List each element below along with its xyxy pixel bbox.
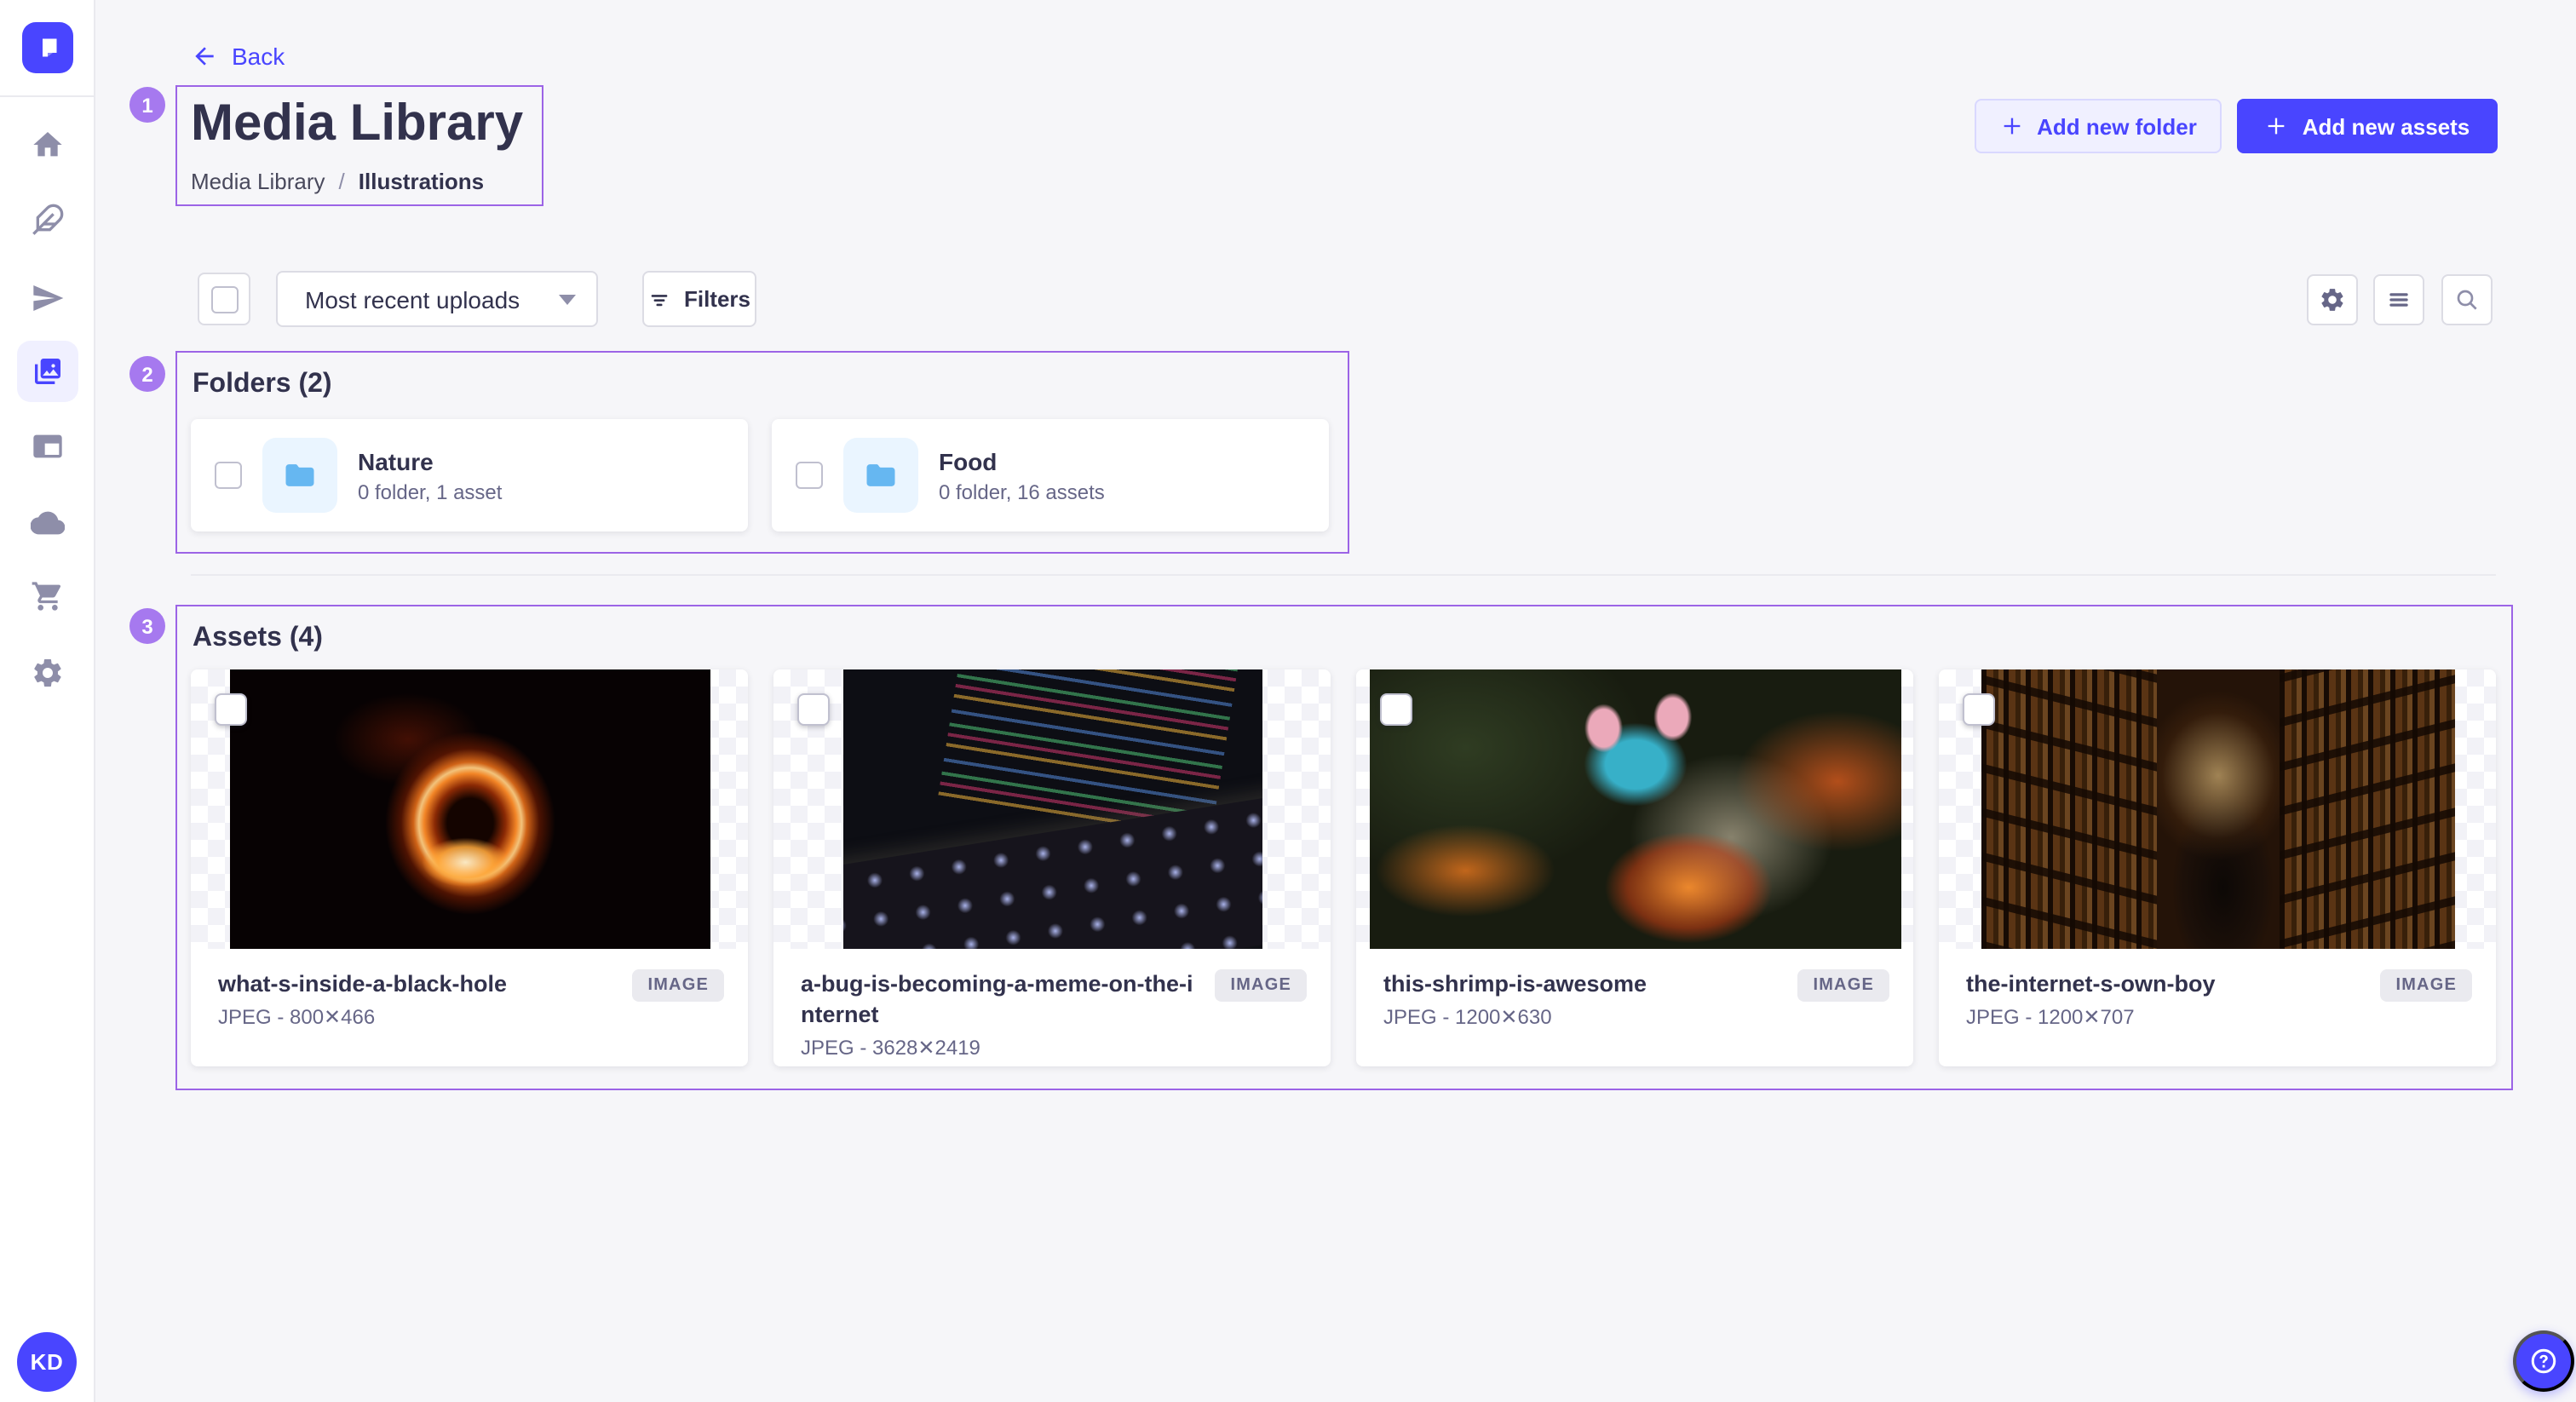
asset-type-badge: IMAGE [1797,969,1889,1002]
asset-meta: JPEG - 3628✕2419 [801,1037,1303,1060]
asset-thumbnail-black-hole-photo [191,669,748,949]
gear-icon [2319,286,2346,313]
select-all-checkbox[interactable] [210,285,238,313]
search-icon [2453,286,2481,313]
home-icon [31,128,65,162]
asset-name: a-bug-is-becoming-a-meme-on-the-internet [801,969,1196,1031]
strapi-logo[interactable] [22,22,73,73]
app-window: KD Back 1 Media Library Media Library / … [0,0,2576,1402]
asset-meta: JPEG - 1200✕707 [1966,1005,2469,1029]
add-new-folder-label: Add new folder [2037,113,2197,139]
sidebar-item-settings[interactable] [17,642,78,704]
breadcrumb-parent[interactable]: Media Library [191,169,325,194]
gear-icon [31,656,65,690]
asset-type-badge: IMAGE [2380,969,2472,1002]
asset-checkbox[interactable] [1963,693,1995,726]
breadcrumb-current: Illustrations [359,169,484,194]
assets-heading: Assets (4) [193,623,323,654]
folder-name: Nature [358,447,502,474]
add-new-folder-button[interactable]: Add new folder [1975,99,2222,153]
filters-button[interactable]: Filters [642,271,756,327]
folder-meta: 0 folder, 1 asset [358,480,502,503]
asset-name: this-shrimp-is-awesome [1383,969,1779,1000]
sidebar-item-marketplace[interactable] [17,566,78,627]
view-settings-button[interactable] [2307,274,2358,325]
sidebar-item-home[interactable] [17,114,78,175]
sidebar-item-layout[interactable] [17,416,78,477]
breadcrumb: Media Library / Illustrations [191,169,484,194]
folder-card-nature[interactable]: Nature 0 folder, 1 asset [191,419,748,531]
folders-heading: Folders (2) [193,370,332,400]
asset-meta: JPEG - 1200✕630 [1383,1005,1886,1029]
help-button[interactable] [2513,1330,2574,1392]
section-divider [191,574,2496,576]
arrow-left-icon [191,43,218,70]
asset-card[interactable]: a-bug-is-becoming-a-meme-on-the-internet… [773,669,1331,1066]
sidebar-item-content-type-builder[interactable] [17,267,78,329]
list-view-icon [2385,286,2412,313]
asset-name: what-s-inside-a-black-hole [218,969,613,1000]
cart-icon [31,579,65,613]
laptop-code-image [842,669,1262,949]
select-all-checkbox-button[interactable] [198,273,250,325]
cloud-icon [31,506,65,540]
asset-card[interactable]: the-internet-s-own-boy JPEG - 1200✕707 I… [1939,669,2496,1066]
plus-icon [2265,114,2289,138]
annotation-marker-3: 3 [129,608,165,644]
asset-thumbnail-mantis-shrimp-photo [1356,669,1913,949]
sidebar-item-content-manager[interactable] [17,189,78,250]
list-view-button[interactable] [2373,274,2424,325]
asset-card[interactable]: this-shrimp-is-awesome JPEG - 1200✕630 I… [1356,669,1913,1066]
folder-name: Food [939,447,1105,474]
black-hole-image [229,669,710,949]
asset-checkbox[interactable] [797,693,830,726]
asset-type-badge: IMAGE [632,969,724,1002]
breadcrumb-separator: / [339,169,345,194]
asset-name: the-internet-s-own-boy [1966,969,2361,1000]
media-library-icon [31,354,65,388]
back-label: Back [232,43,285,70]
page-title: Media Library [191,95,523,153]
asset-type-badge: IMAGE [1215,969,1307,1002]
add-new-assets-button[interactable]: Add new assets [2237,99,2498,153]
sidebar-divider [0,95,95,97]
back-link[interactable]: Back [191,43,285,70]
asset-thumbnail-laptop-code-photo [773,669,1331,949]
asset-card[interactable]: what-s-inside-a-black-hole JPEG - 800✕46… [191,669,748,1066]
sidebar: KD [0,0,95,1402]
add-new-assets-label: Add new assets [2303,113,2470,139]
annotation-marker-2: 2 [129,356,165,392]
feather-icon [31,203,65,237]
folder-card-food[interactable]: Food 0 folder, 16 assets [772,419,1329,531]
mantis-shrimp-image [1369,669,1900,949]
chevron-down-icon [559,294,576,304]
asset-meta: JPEG - 800✕466 [218,1005,721,1029]
asset-checkbox[interactable] [215,693,247,726]
filters-label: Filters [684,286,750,312]
folder-checkbox[interactable] [215,462,242,489]
sort-dropdown[interactable]: Most recent uploads [276,271,598,327]
asset-checkbox[interactable] [1380,693,1412,726]
sidebar-item-media-library[interactable] [17,341,78,402]
folder-checkbox[interactable] [796,462,823,489]
folder-icon [281,457,319,494]
plus-icon [1999,114,2023,138]
folder-meta: 0 folder, 16 assets [939,480,1105,503]
sidebar-item-deploy[interactable] [17,492,78,554]
search-button[interactable] [2441,274,2493,325]
paper-plane-icon [31,281,65,315]
asset-thumbnail-library-portrait-photo [1939,669,2496,949]
question-circle-icon [2528,1346,2559,1376]
library-portrait-image [1981,669,2454,949]
folder-icon [862,457,900,494]
user-avatar[interactable]: KD [17,1332,77,1392]
layout-icon [31,429,65,463]
annotation-marker-1: 1 [129,87,165,123]
filter-icon [648,287,672,311]
sort-dropdown-value: Most recent uploads [305,285,520,313]
